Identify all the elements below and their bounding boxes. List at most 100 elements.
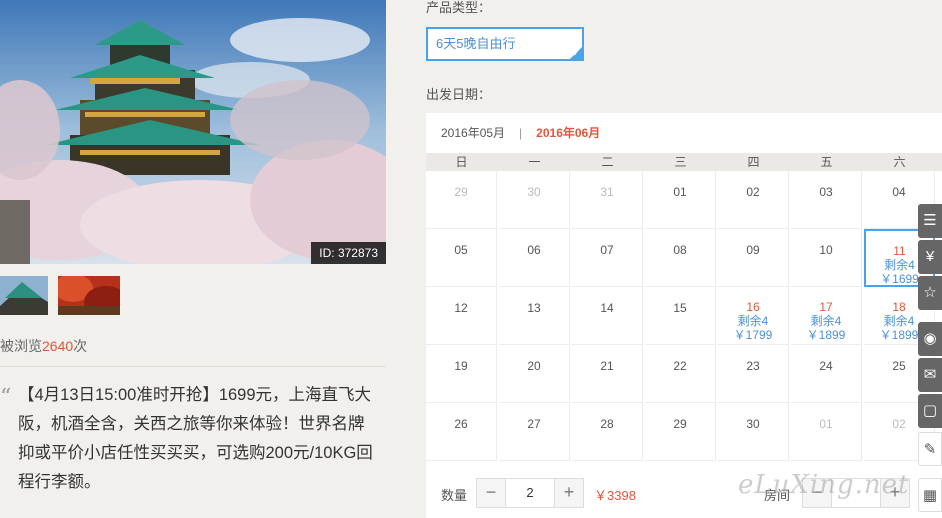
- total-price: ￥3398: [594, 488, 636, 503]
- calendar-day: 12: [426, 287, 497, 345]
- list-icon[interactable]: ☰: [918, 204, 942, 238]
- day-number: 14: [600, 301, 614, 315]
- calendar-day: 03: [791, 171, 862, 229]
- edit-icon[interactable]: ✎: [918, 432, 942, 466]
- remaining-stock: 剩余4: [737, 314, 769, 328]
- yen-icon[interactable]: ¥: [918, 240, 942, 274]
- calendar-day[interactable]: 16 剩余4 ￥1799: [718, 287, 789, 345]
- departure-date-label: 出发日期：: [426, 87, 492, 102]
- square-icon[interactable]: ▢: [918, 394, 942, 428]
- day-number: 30: [527, 185, 541, 199]
- thumbnail-1[interactable]: [0, 276, 48, 315]
- product-description: 【4月13日15:00准时开抢】1699元，上海直飞大阪，机酒全含，关西之旅等你…: [18, 386, 373, 491]
- weekday-label: 三: [674, 155, 687, 169]
- calendar-day: 09: [718, 229, 789, 287]
- weekday-label: 四: [747, 155, 760, 169]
- wechat-icon[interactable]: ✉: [918, 358, 942, 392]
- day-number: 17: [819, 300, 833, 314]
- day-number: 16: [746, 300, 760, 314]
- calendar-day: 24: [791, 345, 862, 403]
- calendar-day: 10: [791, 229, 862, 287]
- quantity-input[interactable]: 2: [505, 479, 555, 507]
- calendar-header: 2016年05月 | 2016年06月: [426, 113, 942, 153]
- calendar-day: 26: [426, 403, 497, 461]
- view-prefix: 被浏览: [0, 338, 42, 354]
- remaining-stock: 剩余4: [810, 314, 842, 328]
- calendar-day: 28: [572, 403, 643, 461]
- quote-icon: “: [0, 385, 12, 410]
- view-count: 被浏览2640次: [0, 336, 87, 356]
- departure-calendar: 2016年05月 | 2016年06月 日 一 二 三 四 五 六 29 30 31 01 02 03 04…: [426, 113, 942, 518]
- prev-month-tab[interactable]: 2016年05月: [441, 126, 505, 140]
- calendar-day: 02: [718, 171, 789, 229]
- day-number: 30: [746, 417, 760, 431]
- check-icon: ✓: [572, 48, 580, 58]
- day-number: 29: [454, 185, 468, 199]
- product-option-button[interactable]: 6天5晚自由行 ✓: [426, 27, 584, 61]
- quantity-minus-button[interactable]: −: [477, 479, 505, 507]
- month-separator: |: [519, 126, 523, 140]
- day-number: 05: [454, 243, 468, 257]
- day-number: 07: [600, 243, 614, 257]
- view-number: 2640: [42, 338, 74, 354]
- calendar-day: 22: [645, 345, 716, 403]
- weekday-label: 五: [820, 155, 833, 169]
- weekday-label: 日: [455, 155, 468, 169]
- calendar-day[interactable]: 17 剩余4 ￥1899: [791, 287, 862, 345]
- day-number: 01: [673, 185, 687, 199]
- day-number: 15: [673, 301, 687, 315]
- day-number: 29: [673, 417, 687, 431]
- view-suffix: 次: [73, 338, 88, 354]
- calendar-day: 30: [499, 171, 570, 229]
- calendar-day: 06: [499, 229, 570, 287]
- day-number: 10: [819, 243, 833, 257]
- calendar-day: 15: [645, 287, 716, 345]
- current-month-tab[interactable]: 2016年06月: [536, 126, 600, 140]
- left-divider: [0, 366, 386, 367]
- day-price: ￥1799: [733, 328, 773, 342]
- quantity-plus-button[interactable]: +: [555, 479, 583, 507]
- calendar-day: 01: [645, 171, 716, 229]
- castle-photo: [0, 0, 386, 264]
- hero-image[interactable]: ID: 372873: [0, 0, 386, 264]
- calendar-day: 29: [645, 403, 716, 461]
- weekday-label: 六: [893, 155, 906, 169]
- calendar-day: 01: [791, 403, 862, 461]
- weekday-label: 一: [528, 155, 541, 169]
- qrcode-icon[interactable]: ▦: [918, 478, 942, 512]
- day-number: 19: [454, 359, 468, 373]
- calendar-day: 29: [426, 171, 497, 229]
- day-number: 27: [527, 417, 541, 431]
- day-number: 13: [527, 301, 541, 315]
- day-price: ￥1899: [806, 328, 846, 342]
- calendar-day: 14: [572, 287, 643, 345]
- weibo-icon[interactable]: ◉: [918, 322, 942, 356]
- calendar-day: 07: [572, 229, 643, 287]
- star-icon[interactable]: ☆: [918, 276, 942, 310]
- day-number: 12: [454, 301, 468, 315]
- calendar-day: 23: [718, 345, 789, 403]
- calendar-day: 30: [718, 403, 789, 461]
- day-number: 20: [527, 359, 541, 373]
- calendar-day: 08: [645, 229, 716, 287]
- image-id-label: ID: 372873: [311, 242, 386, 264]
- calendar-day: 27: [499, 403, 570, 461]
- thumbnail-autumn: [58, 276, 120, 315]
- day-number: 31: [600, 185, 614, 199]
- thumbnail-2[interactable]: [58, 276, 120, 315]
- watermark: eLuXing.net: [738, 470, 910, 500]
- calendar-day: 21: [572, 345, 643, 403]
- day-number: 21: [600, 359, 614, 373]
- product-option-label: 6天5晚自由行: [436, 36, 516, 51]
- day-number: 04: [892, 185, 906, 199]
- thumbnail-castle: [0, 276, 48, 315]
- day-number: 02: [746, 185, 760, 199]
- day-number: 09: [746, 243, 760, 257]
- weekday-row: 日一二三四五六: [426, 153, 942, 171]
- day-number: 22: [673, 359, 687, 373]
- day-number: 28: [600, 417, 614, 431]
- day-number: 24: [819, 359, 833, 373]
- calendar-day: 31: [572, 171, 643, 229]
- weekday-label: 二: [601, 155, 614, 169]
- calendar-day: 19: [426, 345, 497, 403]
